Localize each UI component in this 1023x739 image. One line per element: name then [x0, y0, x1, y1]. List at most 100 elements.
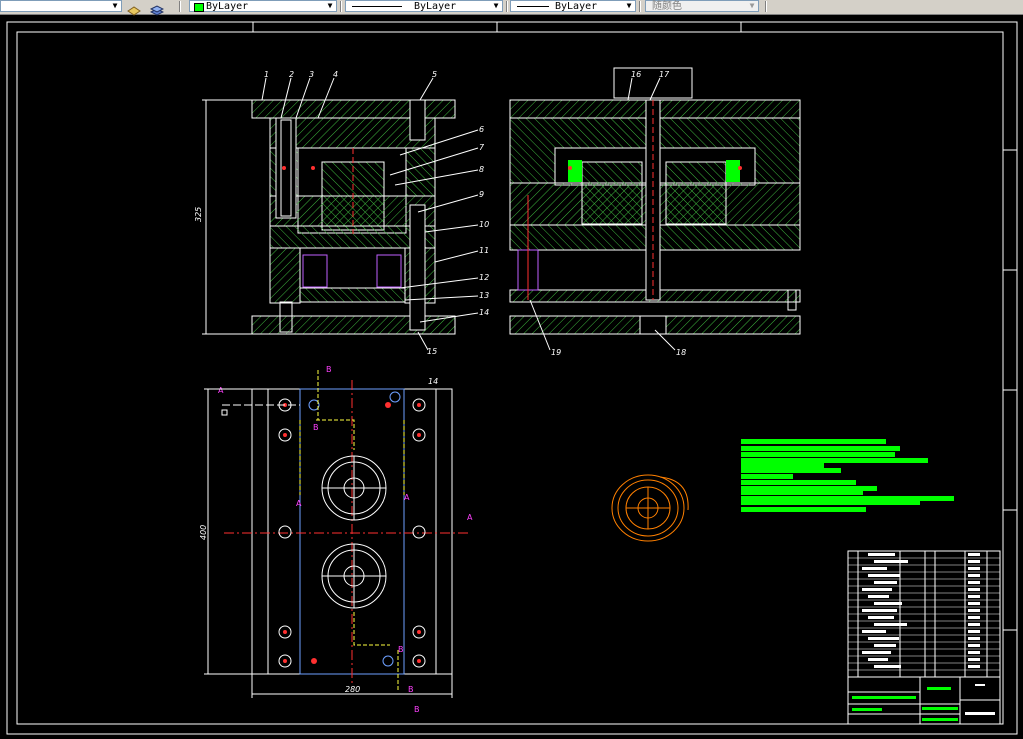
parts-list-text-mark: [968, 595, 980, 598]
linetype-combo[interactable]: ByLayer ▼: [345, 0, 503, 12]
drawing-canvas[interactable]: 1 2 3 4 5 6 7 8 9 10 11 12 13 14 15 325: [0, 15, 1023, 735]
parts-list-text-mark: [862, 567, 887, 570]
svg-text:19: 19: [551, 348, 561, 357]
chevron-down-icon[interactable]: ▼: [491, 1, 501, 11]
svg-text:7: 7: [479, 143, 485, 152]
part-iso-view[interactable]: [611, 474, 689, 542]
svg-text:14: 14: [479, 308, 489, 317]
parts-list-text-mark: [968, 560, 980, 563]
svg-text:B: B: [408, 685, 414, 694]
plotstyle-value: 随颜色: [652, 1, 682, 12]
parts-list-text-mark: [874, 665, 901, 668]
lineweight-combo[interactable]: ByLayer ▼: [510, 0, 636, 12]
svg-text:11: 11: [479, 246, 489, 255]
parts-list-text-mark: [968, 602, 980, 605]
svg-text:12: 12: [479, 273, 489, 282]
title-block-marks: [852, 684, 995, 721]
height-dimension: 325: [194, 99, 252, 335]
svg-text:280: 280: [345, 685, 360, 694]
parts-list-text-mark: [868, 658, 888, 661]
parts-list-text-mark: [968, 567, 980, 570]
svg-text:B: B: [414, 705, 420, 714]
parts-list-text-mark: [862, 609, 897, 612]
svg-text:10: 10: [479, 220, 489, 229]
layer-combo[interactable]: ▼: [0, 0, 122, 12]
svg-text:6: 6: [479, 125, 484, 134]
layer-state-icon[interactable]: [127, 1, 141, 16]
color-value: ByLayer: [206, 1, 249, 12]
svg-text:13: 13: [479, 291, 489, 300]
chevron-down-icon[interactable]: ▼: [325, 1, 335, 11]
lineweight-sample: [517, 6, 549, 7]
parts-list-text-mark: [874, 581, 897, 584]
parts-list-text-mark: [968, 616, 980, 619]
svg-text:8: 8: [479, 165, 484, 174]
linetype-sample: [352, 6, 402, 7]
toolbar-separator: [639, 1, 641, 12]
parts-list-text-mark: [968, 658, 980, 661]
linetype-value: ByLayer: [414, 1, 457, 12]
chevron-down-icon[interactable]: ▼: [624, 1, 634, 11]
svg-text:1: 1: [264, 70, 269, 79]
parts-list-text-mark: [968, 644, 980, 647]
parts-list-text-mark: [874, 560, 908, 563]
parts-list-text-mark: [874, 623, 907, 626]
toolbar-separator: [179, 1, 181, 12]
parts-list-text-mark: [968, 665, 980, 668]
parts-list-text-mark: [862, 651, 891, 654]
parts-list-text-mark: [968, 630, 980, 633]
plotstyle-combo[interactable]: 随颜色 ▼: [645, 0, 759, 12]
svg-text:18: 18: [676, 348, 686, 357]
svg-text:16: 16: [631, 70, 641, 79]
chevron-down-icon[interactable]: ▼: [110, 1, 120, 11]
svg-text:A: A: [467, 513, 473, 522]
parts-list-text-mark: [968, 609, 980, 612]
svg-text:3: 3: [309, 70, 314, 79]
parts-list-text-mark: [868, 595, 889, 598]
parts-list-text-mark: [968, 553, 980, 556]
svg-text:14: 14: [428, 377, 438, 386]
svg-text:A: A: [404, 493, 410, 502]
svg-text:15: 15: [427, 347, 437, 356]
parts-list-text-mark: [968, 651, 980, 654]
svg-text:5: 5: [432, 70, 437, 79]
svg-text:B: B: [326, 365, 332, 374]
chevron-down-icon[interactable]: ▼: [747, 1, 757, 11]
plan-dimensions: 400 280 14: [199, 377, 453, 698]
section-markers: A A A A B B B B B: [218, 365, 473, 714]
svg-text:400: 400: [199, 525, 208, 540]
parts-list-text-mark: [868, 574, 900, 577]
parts-list-text-mark: [968, 574, 980, 577]
svg-text:A: A: [218, 386, 224, 395]
technical-notes: [741, 439, 954, 512]
cad-drawing[interactable]: 1 2 3 4 5 6 7 8 9 10 11 12 13 14 15 325: [0, 15, 1023, 735]
plan-view[interactable]: [221, 370, 470, 690]
properties-toolbar: ▼ ByLayer ▼ ByLayer ▼ ByLayer ▼ 随颜色 ▼: [0, 0, 1023, 16]
parts-list-text-mark: [968, 623, 980, 626]
parts-list-text-mark: [862, 588, 892, 591]
svg-text:B: B: [313, 423, 319, 432]
parts-list-text-mark: [968, 637, 980, 640]
parts-list-text-mark: [862, 630, 886, 633]
toolbar-separator: [340, 1, 342, 12]
svg-text:B: B: [398, 645, 404, 654]
layer-previous-icon[interactable]: [149, 1, 165, 16]
svg-text:A: A: [296, 499, 302, 508]
parts-list-rows: [848, 553, 1000, 671]
parts-list-text-mark: [868, 553, 895, 556]
parts-list-text-mark: [874, 602, 902, 605]
svg-text:9: 9: [479, 190, 484, 199]
color-combo[interactable]: ByLayer ▼: [189, 0, 337, 12]
parts-list-text-mark: [868, 616, 894, 619]
svg-text:17: 17: [659, 70, 670, 79]
parts-list-text-mark: [874, 644, 896, 647]
lineweight-value: ByLayer: [555, 1, 598, 12]
parts-list-text-mark: [968, 581, 980, 584]
svg-text:4: 4: [333, 70, 338, 79]
svg-text:2: 2: [289, 70, 294, 79]
side-section-view[interactable]: [509, 67, 801, 335]
color-swatch: [194, 3, 204, 12]
toolbar-separator: [506, 1, 508, 12]
parts-list-text-mark: [968, 588, 980, 591]
toolbar-separator: [765, 1, 767, 12]
